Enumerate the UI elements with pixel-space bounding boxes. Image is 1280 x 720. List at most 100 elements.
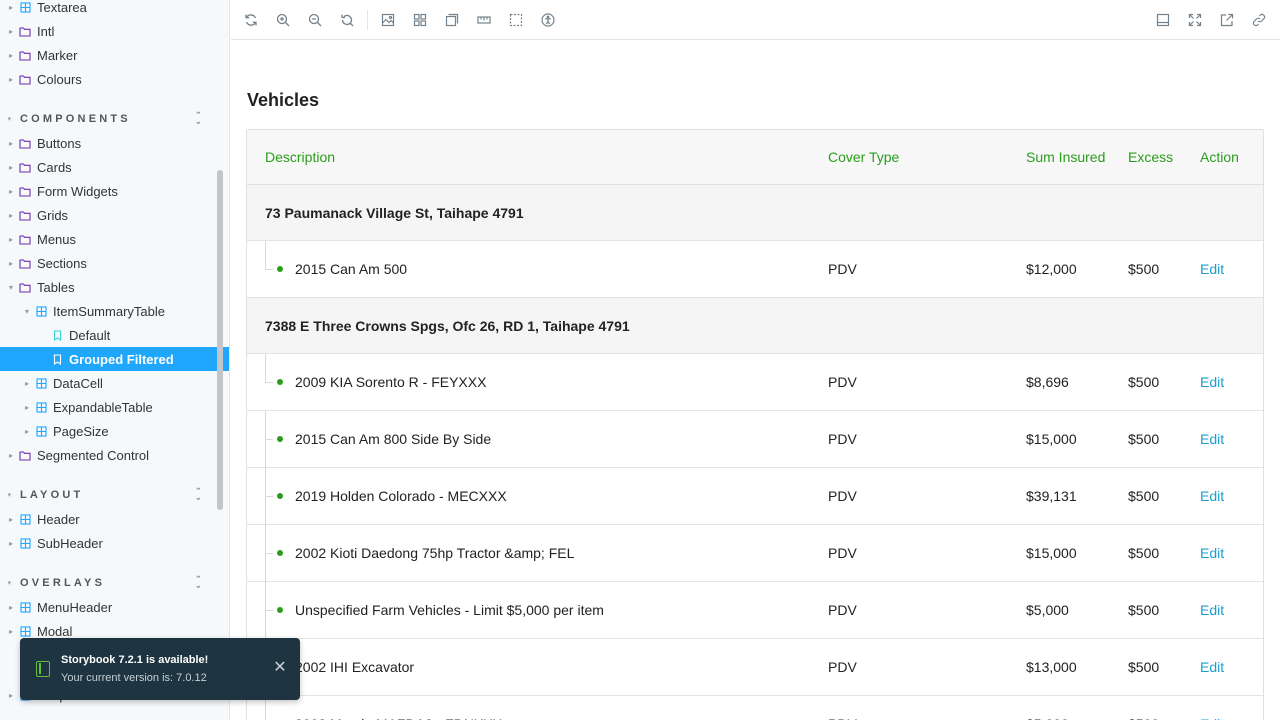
table-row: 2008 Mazda MAZDA2 - FDNXXX PDV $5,000 $500 E… <box>247 696 1263 720</box>
outline-icon[interactable] <box>442 10 462 30</box>
sidebar-item-intl[interactable]: ▸ Intl <box>0 19 229 43</box>
folder-icon <box>17 447 33 463</box>
open-new-tab-icon[interactable] <box>1217 10 1237 30</box>
sidebar-item-header[interactable]: ▸ Header <box>0 507 229 531</box>
copy-link-icon[interactable] <box>1249 10 1269 30</box>
column-header-description: Description <box>265 149 336 165</box>
edit-link[interactable]: Edit <box>1200 545 1224 561</box>
viewport-icon[interactable] <box>506 10 526 30</box>
caret-right-icon: ▸ <box>8 186 13 196</box>
cell-excess: $500 <box>1128 659 1160 675</box>
cell-excess: $500 <box>1128 602 1160 618</box>
cell-description: 2015 Can Am 800 Side By Side <box>295 431 492 447</box>
sidebar-item-marker[interactable]: ▸ Marker <box>0 43 229 67</box>
grid-icon[interactable] <box>410 10 430 30</box>
sidebar-item-label: PageSize <box>53 423 109 439</box>
reset-zoom-icon[interactable] <box>337 10 357 30</box>
sidebar-item-grids[interactable]: ▸ Grids <box>0 203 229 227</box>
edit-link[interactable]: Edit <box>1200 659 1224 675</box>
table-row: 2009 KIA Sorento R - FEYXXX PDV $8,696 $500… <box>247 354 1263 411</box>
panel-icon[interactable] <box>1153 10 1173 30</box>
reload-icon[interactable] <box>241 10 261 30</box>
caret-right-icon: ▸ <box>24 378 29 388</box>
bookmark-icon <box>49 351 65 367</box>
sidebar-item-cards[interactable]: ▸ Cards <box>0 155 229 179</box>
close-icon[interactable]: ✕ <box>272 660 288 676</box>
cell-description: 2002 IHI Excavator <box>295 659 415 675</box>
sidebar-item-form-widgets[interactable]: ▸ Form Widgets <box>0 179 229 203</box>
bullet-icon <box>277 266 283 272</box>
component-icon <box>17 511 33 527</box>
caret-right-icon: ▸ <box>24 426 29 436</box>
column-header-sum-insured: Sum Insured <box>1026 149 1106 165</box>
sidebar-item-buttons[interactable]: ▸ Buttons <box>0 131 229 155</box>
background-icon[interactable] <box>378 10 398 30</box>
edit-link[interactable]: Edit <box>1200 261 1224 277</box>
edit-link[interactable]: Edit <box>1200 488 1224 504</box>
table-row: 2002 IHI Excavator PDV $13,000 $500 Edit <box>247 639 1263 696</box>
sidebar-item-menus[interactable]: ▸ Menus <box>0 227 229 251</box>
cell-description: Unspecified Farm Vehicles - Limit $5,000… <box>295 602 604 618</box>
group-row: 73 Paumanack Village St, Taihape 4791 <box>247 185 1263 241</box>
zoom-out-icon[interactable] <box>305 10 325 30</box>
caret-right-icon: ▸ <box>24 402 29 412</box>
caret-down-icon: ▾ <box>8 282 13 292</box>
sidebar-item-grouped-filtered[interactable]: Grouped Filtered <box>0 347 229 371</box>
folder-icon <box>17 23 33 39</box>
zoom-in-icon[interactable] <box>273 10 293 30</box>
sidebar: ▸ Textarea ▸ Intl ▸ Marker ▸ Colours ▾ COMPONENTS… <box>0 0 230 720</box>
sidebar-item-label: Header <box>37 511 80 527</box>
cell-excess: $500 <box>1128 261 1160 277</box>
sidebar-item-colours[interactable]: ▸ Colours <box>0 67 229 91</box>
sidebar-item-menuheader[interactable]: ▸ MenuHeader <box>0 595 229 619</box>
measure-icon[interactable] <box>474 10 494 30</box>
expand-collapse-icon[interactable]: ⌃ ⌄ <box>194 111 206 126</box>
cell-cover-type: PDV <box>828 488 857 504</box>
caret-right-icon: ▸ <box>8 162 13 172</box>
expand-collapse-icon[interactable]: ⌃ ⌄ <box>194 487 206 502</box>
cell-sum-insured: $39,131 <box>1026 488 1077 504</box>
cell-cover-type: PDV <box>828 545 857 561</box>
component-icon <box>33 303 49 319</box>
section-title: COMPONENTS <box>20 113 131 125</box>
sidebar-item-default[interactable]: Default <box>0 323 229 347</box>
cell-cover-type: PDV <box>828 659 857 675</box>
update-notification[interactable]: Storybook 7.2.1 is available! Your curre… <box>20 638 300 700</box>
sidebar-item-textarea[interactable]: ▸ Textarea <box>0 0 229 19</box>
tree-line <box>265 382 273 383</box>
edit-link[interactable]: Edit <box>1200 602 1224 618</box>
sidebar-item-expandabletable[interactable]: ▸ ExpandableTable <box>0 395 229 419</box>
sidebar-section-overlays[interactable]: ▾ OVERLAYS ⌃ ⌄ <box>0 571 229 595</box>
notification-message: Your current version is: 7.0.12 <box>61 672 207 684</box>
sidebar-item-subheader[interactable]: ▸ SubHeader <box>0 531 229 555</box>
folder-icon <box>17 159 33 175</box>
edit-link[interactable]: Edit <box>1200 374 1224 390</box>
expand-collapse-icon[interactable]: ⌃ ⌄ <box>194 575 206 590</box>
accessibility-icon[interactable] <box>538 10 558 30</box>
sidebar-item-pagesize[interactable]: ▸ PageSize <box>0 419 229 443</box>
component-icon <box>17 0 33 15</box>
sidebar-item-segmented-control[interactable]: ▸ Segmented Control <box>0 443 229 467</box>
edit-link[interactable]: Edit <box>1200 431 1224 447</box>
sidebar-item-label: Marker <box>37 47 78 63</box>
folder-icon <box>17 71 33 87</box>
cell-sum-insured: $8,696 <box>1026 374 1069 390</box>
tree-line <box>265 354 266 383</box>
component-icon <box>17 535 33 551</box>
page-title: Vehicles <box>247 90 320 110</box>
sidebar-item-datacell[interactable]: ▸ DataCell <box>0 371 229 395</box>
sidebar-item-label: DataCell <box>53 375 103 391</box>
folder-icon <box>17 255 33 271</box>
cell-description: 2009 KIA Sorento R - FEYXXX <box>295 374 487 390</box>
edit-link[interactable]: Edit <box>1200 716 1224 720</box>
cell-cover-type: PDV <box>828 261 857 277</box>
sidebar-scrollbar[interactable] <box>217 170 223 510</box>
sidebar-item-itemsummarytable[interactable]: ▾ ItemSummaryTable <box>0 299 229 323</box>
fullscreen-icon[interactable] <box>1185 10 1205 30</box>
sidebar-section-components[interactable]: ▾ COMPONENTS ⌃ ⌄ <box>0 107 229 131</box>
sidebar-section-layout[interactable]: ▾ LAYOUT ⌃ ⌄ <box>0 483 229 507</box>
sidebar-item-tables[interactable]: ▾ Tables <box>0 275 229 299</box>
component-icon <box>17 623 33 639</box>
sidebar-item-sections[interactable]: ▸ Sections <box>0 251 229 275</box>
bullet-icon <box>277 379 283 385</box>
